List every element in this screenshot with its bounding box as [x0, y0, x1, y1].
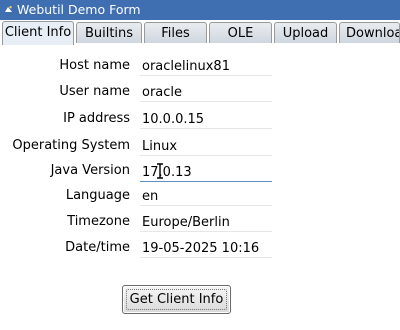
window-titlebar: Webutil Demo Form	[0, 0, 400, 20]
tab-bar: Client Info Builtins Files OLE Upload Do…	[0, 20, 400, 45]
timezone-label: Timezone	[67, 214, 130, 229]
date-time-label: Date/time	[65, 240, 130, 255]
host-name-label: Host name	[59, 58, 130, 73]
java-version-label: Java Version	[50, 163, 130, 178]
ip-address-field[interactable]: 10.0.0.15	[140, 112, 272, 129]
user-name-field[interactable]: oracle	[140, 85, 272, 102]
language-field[interactable]: en	[140, 189, 272, 206]
tab-ole[interactable]: OLE	[209, 22, 272, 43]
operating-system-field[interactable]: Linux	[140, 139, 272, 156]
host-name-field[interactable]: oraclelinux81	[140, 59, 272, 76]
get-client-info-button[interactable]: Get Client Info	[122, 285, 231, 314]
operating-system-label: Operating System	[12, 138, 130, 153]
app-window-icon	[4, 5, 13, 14]
ip-address-label: IP address	[63, 111, 130, 126]
tab-builtins[interactable]: Builtins	[76, 22, 142, 43]
window-title: Webutil Demo Form	[17, 2, 141, 17]
tab-upload[interactable]: Upload	[274, 22, 337, 43]
tab-download[interactable]: Downloa	[339, 22, 400, 43]
date-time-field[interactable]: 19-05-2025 10:16	[140, 241, 272, 258]
tab-client-info[interactable]: Client Info	[2, 21, 74, 45]
timezone-field[interactable]: Europe/Berlin	[140, 215, 272, 232]
user-name-label: User name	[59, 84, 130, 99]
language-label: Language	[65, 188, 130, 203]
tab-files[interactable]: Files	[144, 22, 207, 43]
text-cursor-icon	[157, 163, 163, 179]
